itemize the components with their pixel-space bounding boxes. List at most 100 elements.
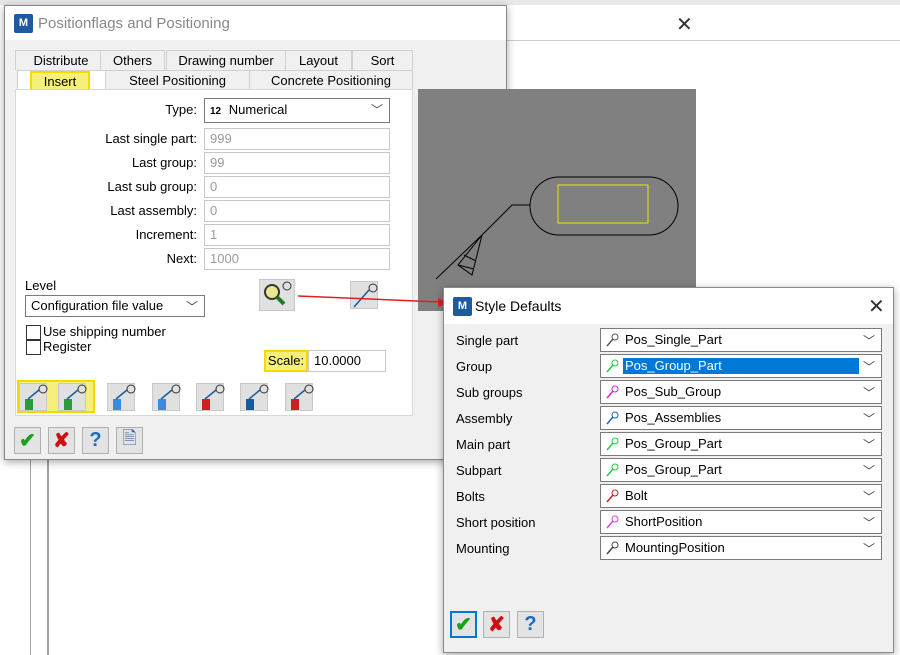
blue-flag-part-icon	[113, 384, 136, 410]
green-flag-part-icon	[25, 384, 48, 410]
scale-label: Scale:	[264, 350, 308, 372]
title-bar: M Style Defaults ✕	[444, 288, 893, 324]
style-value: Pos_Group_Part	[623, 358, 859, 374]
flag-pin-icon	[606, 489, 619, 503]
chevron-down-icon: ﹀	[370, 103, 383, 117]
style-dropdown[interactable]: Pos_Group_Part ﹀	[600, 458, 882, 482]
tab-steel-positioning[interactable]: Steel Positioning	[105, 70, 250, 90]
green-flag-part-button[interactable]	[19, 383, 48, 411]
style-defaults-dialog: M Style Defaults ✕ Single part Pos_Singl…	[443, 287, 894, 653]
tab-sort[interactable]: Sort	[352, 50, 413, 70]
background-frame-line	[30, 440, 31, 655]
level-dropdown[interactable]: Configuration file value ﹀	[25, 295, 205, 317]
cancel-button[interactable]: ✘	[48, 427, 75, 454]
field-input[interactable]: 0	[204, 200, 390, 222]
style-value: ShortPosition	[625, 514, 703, 529]
flag-pin-icon	[606, 333, 619, 347]
style-dropdown[interactable]: Pos_Group_Part ﹀	[600, 432, 882, 456]
help-icon: ?	[89, 429, 102, 451]
bolt-flag-icon	[158, 384, 181, 410]
scale-input[interactable]: 10.0000	[308, 350, 386, 372]
chevron-down-icon: ﹀	[862, 516, 875, 530]
field-label: Last group:	[131, 155, 197, 170]
tab-others[interactable]: Others	[100, 50, 165, 70]
style-dropdown[interactable]: Pos_Single_Part ﹀	[600, 328, 882, 352]
style-dropdown[interactable]: MountingPosition ﹀	[600, 536, 882, 560]
ok-button[interactable]: ✔	[450, 611, 477, 638]
remove-flag-button[interactable]	[196, 383, 225, 411]
background-frame-line	[47, 440, 49, 655]
magnifier-flag-icon	[264, 281, 292, 306]
register-label: Register	[43, 339, 92, 354]
app-logo-icon: M	[453, 297, 472, 316]
close-button[interactable]: ✕	[676, 12, 693, 37]
text-flag-icon	[246, 384, 269, 410]
tab-drawing-number[interactable]: Drawing number	[166, 50, 286, 70]
style-row-label: Subpart	[456, 463, 502, 478]
style-row-label: Assembly	[456, 411, 513, 426]
chevron-down-icon: ﹀	[862, 334, 875, 348]
save-defaults-button[interactable]: 🗎	[116, 427, 143, 454]
chevron-down-icon: ﹀	[862, 464, 875, 478]
style-dropdown[interactable]: ShortPosition ﹀	[600, 510, 882, 534]
field-input[interactable]: 1	[204, 224, 390, 246]
cancel-button[interactable]: ✘	[483, 611, 510, 638]
field-input[interactable]: 999	[204, 128, 390, 150]
tab-distribute[interactable]: Distribute	[15, 50, 107, 70]
field-input[interactable]: 1000	[204, 248, 390, 270]
delete-flag-button[interactable]	[285, 383, 314, 411]
type-label: Type:	[165, 102, 197, 117]
tab-concrete-positioning[interactable]: Concrete Positioning	[249, 70, 413, 90]
field-input[interactable]: 0	[204, 176, 390, 198]
use-shipping-number-checkbox[interactable]	[26, 325, 41, 340]
type-dropdown[interactable]: 12 Numerical ﹀	[204, 98, 390, 123]
style-dropdown[interactable]: Bolt ﹀	[600, 484, 882, 508]
level-label: Level	[25, 278, 57, 293]
help-button[interactable]: ?	[82, 427, 109, 454]
cancel-x-icon: ✘	[488, 614, 505, 636]
positionflags-dialog: M Positionflags and Positioning ✕ Distri…	[4, 5, 696, 460]
zoom-preview-button[interactable]	[259, 279, 295, 311]
position-flag-preview	[435, 176, 679, 280]
help-icon: ?	[524, 613, 537, 635]
bolt-flag-button[interactable]	[152, 383, 181, 411]
type-value: Numerical	[228, 102, 288, 117]
green-flag-assembly-button[interactable]	[58, 383, 87, 411]
checkmark-icon: ✔	[19, 430, 36, 452]
close-button[interactable]: ✕	[868, 294, 885, 319]
background-toolbar-line	[506, 40, 900, 41]
text-flag-button[interactable]	[240, 383, 269, 411]
insert-panel: Type: 12 Numerical ﹀ Last single part: 9…	[15, 89, 413, 416]
style-dropdown[interactable]: Pos_Group_Part ﹀	[600, 354, 882, 378]
numerical-icon: 12	[210, 106, 222, 117]
flag-pin-icon	[606, 411, 619, 425]
register-checkbox[interactable]	[26, 340, 41, 355]
style-value: Bolt	[625, 488, 648, 503]
field-label: Increment:	[135, 227, 197, 242]
style-row-label: Group	[456, 359, 493, 374]
green-flag-assembly-icon	[64, 384, 87, 410]
title-bar: M Positionflags and Positioning ✕	[5, 6, 693, 40]
style-value: Pos_Group_Part	[625, 436, 722, 451]
flag-pin-icon	[606, 385, 619, 399]
flag-pin-icon	[606, 541, 619, 555]
chevron-down-icon: ﹀	[862, 360, 875, 374]
chevron-down-icon: ﹀	[862, 490, 875, 504]
blue-flag-part-button[interactable]	[107, 383, 136, 411]
style-value: Pos_Sub_Group	[625, 384, 722, 399]
style-row-label: Mounting	[456, 541, 510, 556]
style-dropdown[interactable]: Pos_Sub_Group ﹀	[600, 380, 882, 404]
checkmark-icon: ✔	[455, 614, 472, 636]
document-database-icon: 🗎	[122, 427, 137, 448]
style-dropdown[interactable]: Pos_Assemblies ﹀	[600, 406, 882, 430]
ok-button[interactable]: ✔	[14, 427, 41, 454]
help-button[interactable]: ?	[517, 611, 544, 638]
style-value: Pos_Assemblies	[625, 410, 722, 425]
flag-style-button[interactable]	[350, 281, 378, 309]
tab-layout[interactable]: Layout	[285, 50, 352, 70]
style-row-label: Single part	[456, 333, 519, 348]
chevron-down-icon: ﹀	[862, 412, 875, 426]
field-input[interactable]: 99	[204, 152, 390, 174]
chevron-down-icon: ﹀	[862, 438, 875, 452]
flag-pin-icon	[606, 515, 619, 529]
